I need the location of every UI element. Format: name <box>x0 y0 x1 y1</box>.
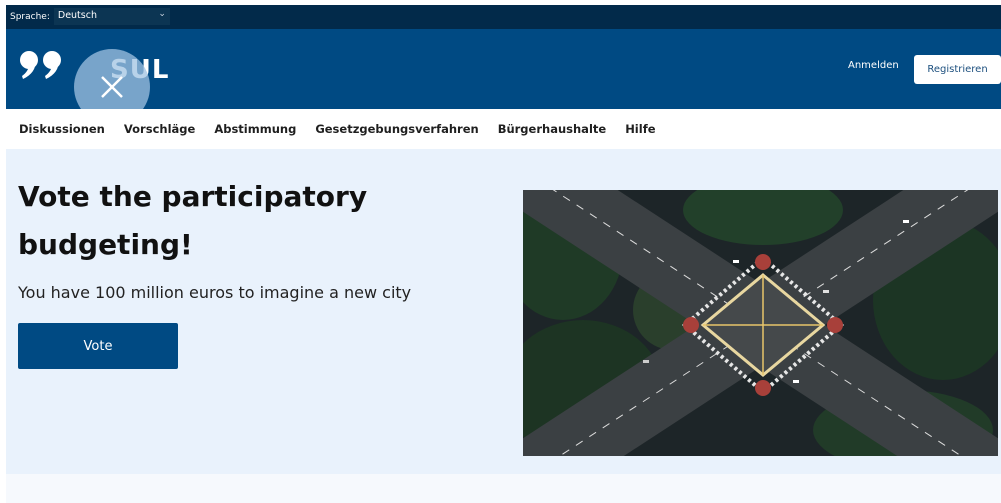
main-nav: Diskussionen Vorschläge Abstimmung Geset… <box>6 109 1001 149</box>
language-label: Sprache: <box>10 11 50 22</box>
chevron-down-icon: ⌄ <box>158 9 166 19</box>
nav-item-help[interactable]: Hilfe <box>625 122 655 136</box>
hero-subtitle: You have 100 million euros to imagine a … <box>18 283 412 302</box>
language-value: Deutsch <box>57 10 97 21</box>
language-bar: Sprache: Deutsch ⌄ <box>6 5 1001 29</box>
language-selector: Sprache: Deutsch ⌄ <box>10 8 170 25</box>
nav-item-proposals[interactable]: Vorschläge <box>124 122 195 136</box>
bottom-strip <box>6 474 1001 503</box>
sign-in-link[interactable]: Anmelden <box>848 60 899 71</box>
aerial-intersection-image <box>523 190 998 456</box>
nav-item-budgets[interactable]: Bürgerhaushalte <box>498 122 607 136</box>
vote-button[interactable]: Vote <box>18 323 178 369</box>
language-select[interactable]: Deutsch ⌄ <box>53 8 170 25</box>
site-header: SUL Anmelden Registrieren <box>6 29 1001 125</box>
nav-item-legislation[interactable]: Gesetzgebungsverfahren <box>315 122 478 136</box>
nav-item-voting[interactable]: Abstimmung <box>214 122 296 136</box>
logo-quote-icon[interactable] <box>16 39 66 89</box>
nav-item-discussions[interactable]: Diskussionen <box>19 122 105 136</box>
register-button[interactable]: Registrieren <box>914 55 1001 84</box>
hero-title: Vote the participatory budgeting! <box>18 180 368 261</box>
